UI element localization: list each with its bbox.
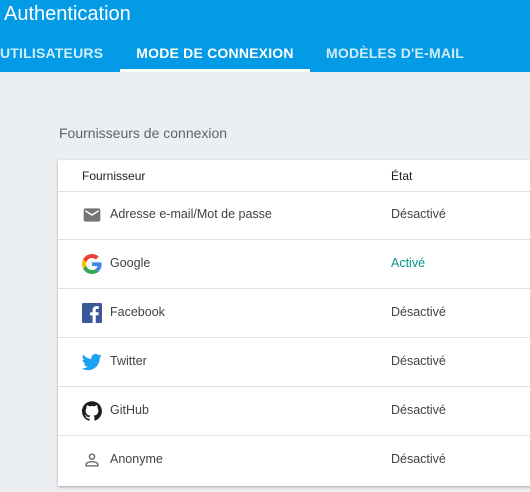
provider-name: Google xyxy=(110,256,151,270)
provider-name: Adresse e-mail/Mot de passe xyxy=(110,207,272,221)
email-icon xyxy=(82,205,102,225)
provider-state: Désactivé xyxy=(391,207,446,221)
active-tab-indicator xyxy=(120,69,310,72)
provider-row-github[interactable]: GitHub Désactivé xyxy=(58,387,530,436)
app-bar: Authentication UTILISATEURS MODE DE CONN… xyxy=(0,0,530,72)
page-title: Authentication xyxy=(4,3,131,25)
providers-card: Fournisseur État Adresse e-mail/Mot de p… xyxy=(58,160,530,486)
twitter-icon xyxy=(82,352,102,372)
tab-email-templates[interactable]: MODÈLES D'E-MAIL xyxy=(318,34,472,72)
google-icon xyxy=(82,254,102,274)
facebook-icon xyxy=(82,303,102,323)
tab-sign-in-method[interactable]: MODE DE CONNEXION xyxy=(120,34,310,72)
provider-name: Anonyme xyxy=(110,452,163,466)
section-title: Fournisseurs de connexion xyxy=(59,125,228,141)
provider-row-twitter[interactable]: Twitter Désactivé xyxy=(58,338,530,387)
provider-state: Désactivé xyxy=(391,305,446,319)
provider-row-google[interactable]: Google Activé xyxy=(58,240,530,289)
tab-bar: UTILISATEURS MODE DE CONNEXION MODÈLES D… xyxy=(0,34,530,72)
column-header-state: État xyxy=(391,169,413,183)
provider-name: GitHub xyxy=(110,403,149,417)
github-icon xyxy=(82,401,102,421)
provider-state: Désactivé xyxy=(391,354,446,368)
tab-users[interactable]: UTILISATEURS xyxy=(0,34,103,72)
table-header: Fournisseur État xyxy=(58,160,530,192)
provider-row-anonymous[interactable]: Anonyme Désactivé xyxy=(58,436,530,484)
anonymous-person-icon xyxy=(82,450,102,470)
column-header-provider: Fournisseur xyxy=(82,169,146,183)
tab-sign-in-method-label: MODE DE CONNEXION xyxy=(136,45,294,61)
provider-state: Désactivé xyxy=(391,452,446,466)
provider-state: Activé xyxy=(391,256,426,270)
provider-state: Désactivé xyxy=(391,403,446,417)
provider-row-facebook[interactable]: Facebook Désactivé xyxy=(58,289,530,338)
provider-name: Twitter xyxy=(110,354,147,368)
provider-row-email-password[interactable]: Adresse e-mail/Mot de passe Désactivé xyxy=(58,191,530,240)
provider-name: Facebook xyxy=(110,305,165,319)
